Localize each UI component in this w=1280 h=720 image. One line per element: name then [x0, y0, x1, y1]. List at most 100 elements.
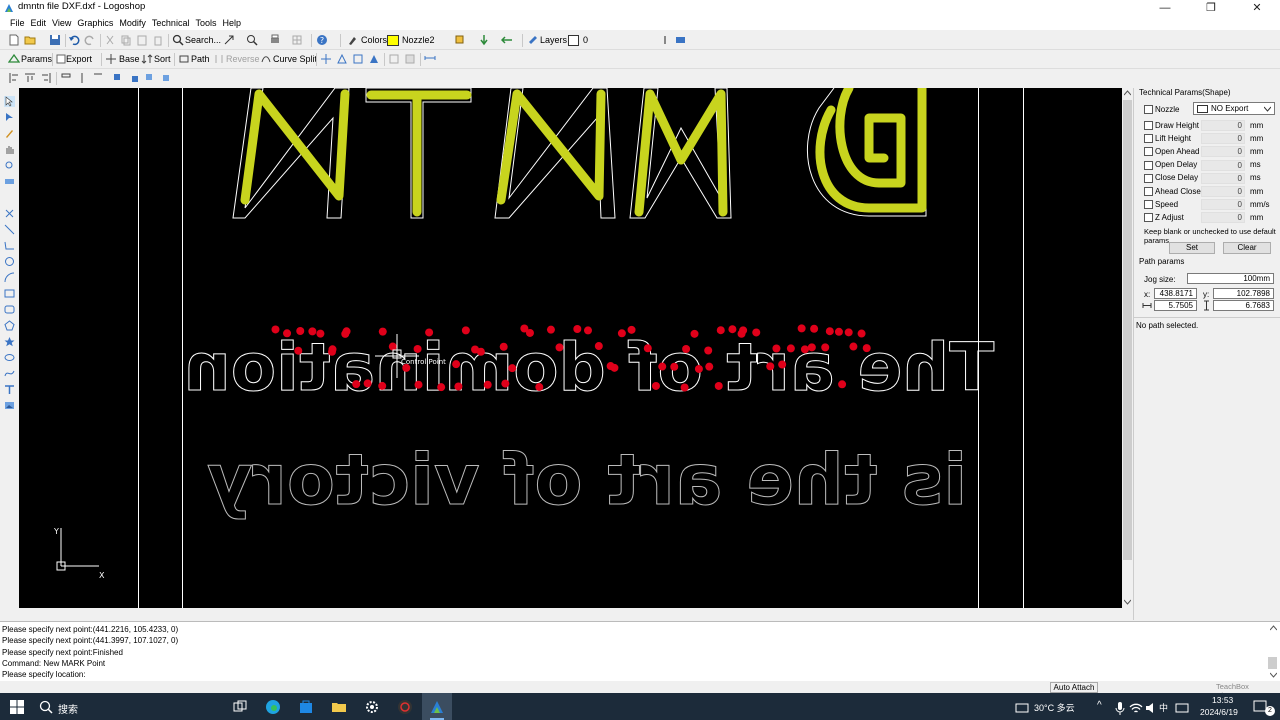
- vertical-scroll-thumb[interactable]: [1123, 100, 1132, 560]
- control-point-marker[interactable]: [670, 362, 679, 371]
- scroll-down-icon[interactable]: [1124, 599, 1131, 605]
- tray-expand-icon[interactable]: ^: [1097, 700, 1102, 711]
- control-point-marker[interactable]: [821, 343, 830, 352]
- send-back-icon[interactable]: [128, 72, 140, 84]
- cmd-scroll-down-icon[interactable]: [1270, 672, 1277, 678]
- delete-icon[interactable]: [152, 34, 164, 46]
- params-icon[interactable]: [8, 53, 20, 65]
- ellipse-tool-icon[interactable]: [4, 352, 15, 363]
- control-point-marker[interactable]: [363, 379, 372, 388]
- undo-icon[interactable]: [68, 34, 80, 46]
- param-value-input[interactable]: 0: [1201, 133, 1245, 145]
- control-point-marker[interactable]: [283, 329, 292, 338]
- nozzle-checkbox[interactable]: [1144, 105, 1153, 114]
- layer-tools-icon[interactable]: [455, 34, 467, 46]
- control-point-marker[interactable]: [583, 326, 592, 335]
- control-point-marker[interactable]: [378, 381, 387, 390]
- clock-time[interactable]: 13:53: [1212, 695, 1233, 705]
- display-options-icon[interactable]: [675, 34, 687, 46]
- x-coordinate-input[interactable]: 438.8171: [1154, 288, 1197, 299]
- control-point-marker[interactable]: [704, 346, 713, 355]
- width-input[interactable]: 5.7505: [1154, 300, 1197, 311]
- grid-icon[interactable]: [291, 34, 303, 46]
- control-point-marker[interactable]: [471, 345, 480, 354]
- control-point-marker[interactable]: [797, 324, 806, 333]
- control-point-marker[interactable]: [378, 327, 387, 336]
- recorder-icon[interactable]: [397, 699, 413, 715]
- control-point-marker[interactable]: [425, 328, 434, 337]
- text-tool-icon[interactable]: [4, 384, 15, 395]
- control-point-marker[interactable]: [778, 360, 787, 369]
- mirror-icon[interactable]: [368, 53, 380, 65]
- volume-icon[interactable]: [1144, 700, 1160, 716]
- task-view-icon[interactable]: [232, 699, 248, 715]
- control-point-marker[interactable]: [555, 343, 564, 352]
- help-icon[interactable]: ?: [316, 34, 328, 46]
- param-value-input[interactable]: 0: [1201, 120, 1245, 131]
- control-point-marker[interactable]: [501, 379, 510, 388]
- logo-graphic[interactable]: [232, 88, 927, 219]
- taskbar-search-icon[interactable]: [38, 699, 54, 715]
- control-point-marker[interactable]: [535, 383, 544, 392]
- control-point-marker[interactable]: [694, 364, 703, 373]
- clock-date[interactable]: 2024/6/19: [1200, 707, 1238, 717]
- text-line-3[interactable]: is the art of victory: [206, 439, 968, 522]
- control-point-marker[interactable]: [658, 362, 667, 371]
- control-point-marker[interactable]: [413, 344, 422, 353]
- pan-hand-icon[interactable]: [4, 144, 15, 155]
- select-arrow-icon[interactable]: [4, 96, 15, 107]
- zoom-icon[interactable]: [246, 34, 258, 46]
- layers-icon[interactable]: [527, 34, 539, 46]
- layers-button[interactable]: Layers: [540, 35, 567, 45]
- sort-icon[interactable]: [141, 53, 153, 65]
- measure-tool-icon[interactable]: [4, 176, 15, 187]
- menu-view[interactable]: View: [49, 16, 74, 30]
- colors-button[interactable]: Colors: [361, 35, 387, 45]
- point-tool-icon[interactable]: [4, 208, 15, 219]
- windows-start-icon[interactable]: [9, 699, 25, 715]
- param-checkbox[interactable]: [1144, 200, 1153, 210]
- align-icon[interactable]: [336, 53, 348, 65]
- star-tool-icon[interactable]: [4, 336, 15, 347]
- nozzle-export-select[interactable]: NO Export: [1193, 102, 1275, 115]
- distribute-icon[interactable]: [60, 72, 72, 84]
- align-right-icon[interactable]: [40, 72, 52, 84]
- control-point-marker[interactable]: [800, 345, 809, 354]
- control-point-marker[interactable]: [772, 344, 781, 353]
- base-button[interactable]: Base: [119, 54, 140, 64]
- redo-icon[interactable]: [84, 34, 96, 46]
- control-point-marker[interactable]: [739, 326, 748, 335]
- rectangle-tool-icon[interactable]: [4, 288, 15, 299]
- weather-icon[interactable]: [1014, 700, 1030, 716]
- reverse-button[interactable]: Reverse: [226, 54, 260, 64]
- text-line-2[interactable]: The art of domination: [183, 324, 995, 407]
- height-input[interactable]: 6.7683: [1213, 300, 1274, 311]
- auto-attach-toggle[interactable]: Auto Attach: [1050, 682, 1098, 693]
- ime-indicator[interactable]: 中: [1159, 701, 1168, 714]
- command-window[interactable]: Please specify next point:(441.2216, 105…: [0, 621, 1280, 681]
- param-checkbox[interactable]: [1144, 160, 1153, 170]
- flip-icon[interactable]: [501, 34, 513, 46]
- control-point-marker[interactable]: [508, 364, 517, 373]
- control-point-marker[interactable]: [308, 327, 317, 336]
- control-point-marker[interactable]: [728, 325, 737, 334]
- new-file-icon[interactable]: [8, 34, 20, 46]
- file-explorer-icon[interactable]: [331, 699, 347, 715]
- set-button[interactable]: Set: [1169, 242, 1215, 254]
- search-button[interactable]: Search...: [185, 35, 221, 45]
- drawing-canvas[interactable]: The art of domination Control Point is t…: [19, 88, 1122, 608]
- layer-color-swatch[interactable]: [568, 35, 579, 46]
- control-point-marker[interactable]: [452, 360, 461, 369]
- control-point-marker[interactable]: [752, 328, 761, 337]
- control-point-marker[interactable]: [825, 327, 834, 336]
- control-point-marker[interactable]: [461, 326, 470, 335]
- horizontal-scrollbar[interactable]: [19, 608, 1122, 620]
- control-point-marker[interactable]: [807, 343, 816, 352]
- base-icon[interactable]: [105, 53, 117, 65]
- control-point-marker[interactable]: [437, 383, 446, 392]
- param-value-input[interactable]: 0: [1201, 172, 1245, 184]
- microphone-icon[interactable]: [1112, 700, 1128, 716]
- open-folder-icon[interactable]: [24, 34, 36, 46]
- logoshop-taskbar-button[interactable]: [422, 693, 452, 720]
- control-point-marker[interactable]: [810, 324, 819, 333]
